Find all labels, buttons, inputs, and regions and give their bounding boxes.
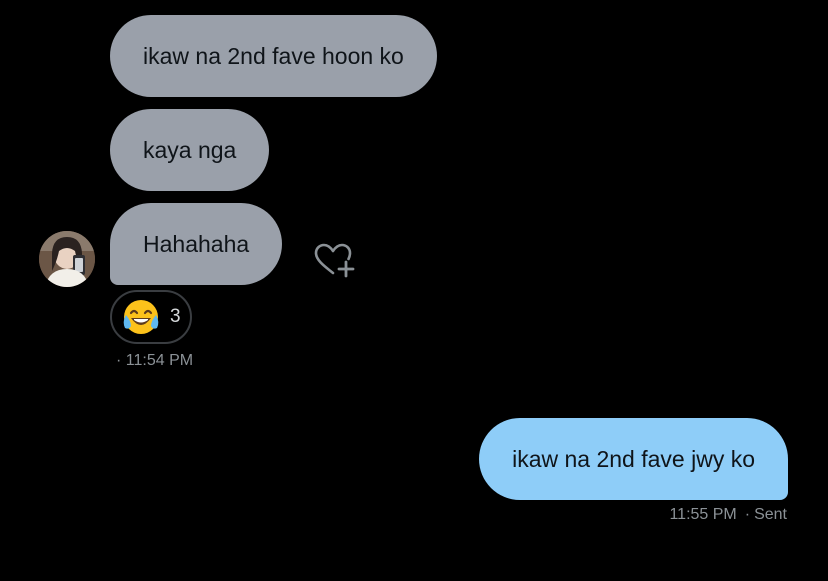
- message-text: ikaw na 2nd fave hoon ko: [143, 42, 404, 69]
- reaction-badge[interactable]: 3: [110, 290, 192, 344]
- outgoing-message-meta: 11:55 PM · Sent: [669, 506, 787, 524]
- message-timestamp: 11:55 PM: [669, 506, 737, 523]
- message-text: ikaw na 2nd fave jwy ko: [512, 445, 755, 472]
- incoming-message-bubble[interactable]: ikaw na 2nd fave hoon ko: [110, 15, 437, 97]
- outgoing-message-bubble[interactable]: ikaw na 2nd fave jwy ko: [479, 418, 788, 500]
- message-timestamp: · 11:54 PM: [116, 352, 194, 369]
- message-text: Hahahaha: [143, 230, 250, 257]
- incoming-message-bubble[interactable]: Hahahaha: [110, 203, 283, 285]
- heart-plus-icon: [314, 243, 355, 278]
- delivery-status: Sent: [754, 506, 787, 523]
- face-with-tears-of-joy-icon: [123, 300, 159, 334]
- sender-avatar[interactable]: [39, 231, 95, 287]
- incoming-message-bubble[interactable]: kaya nga: [110, 109, 270, 191]
- separator-dot: ·: [744, 506, 751, 523]
- message-text: kaya nga: [143, 136, 237, 163]
- reaction-count: 3: [170, 306, 181, 327]
- add-reaction-button[interactable]: [313, 242, 357, 280]
